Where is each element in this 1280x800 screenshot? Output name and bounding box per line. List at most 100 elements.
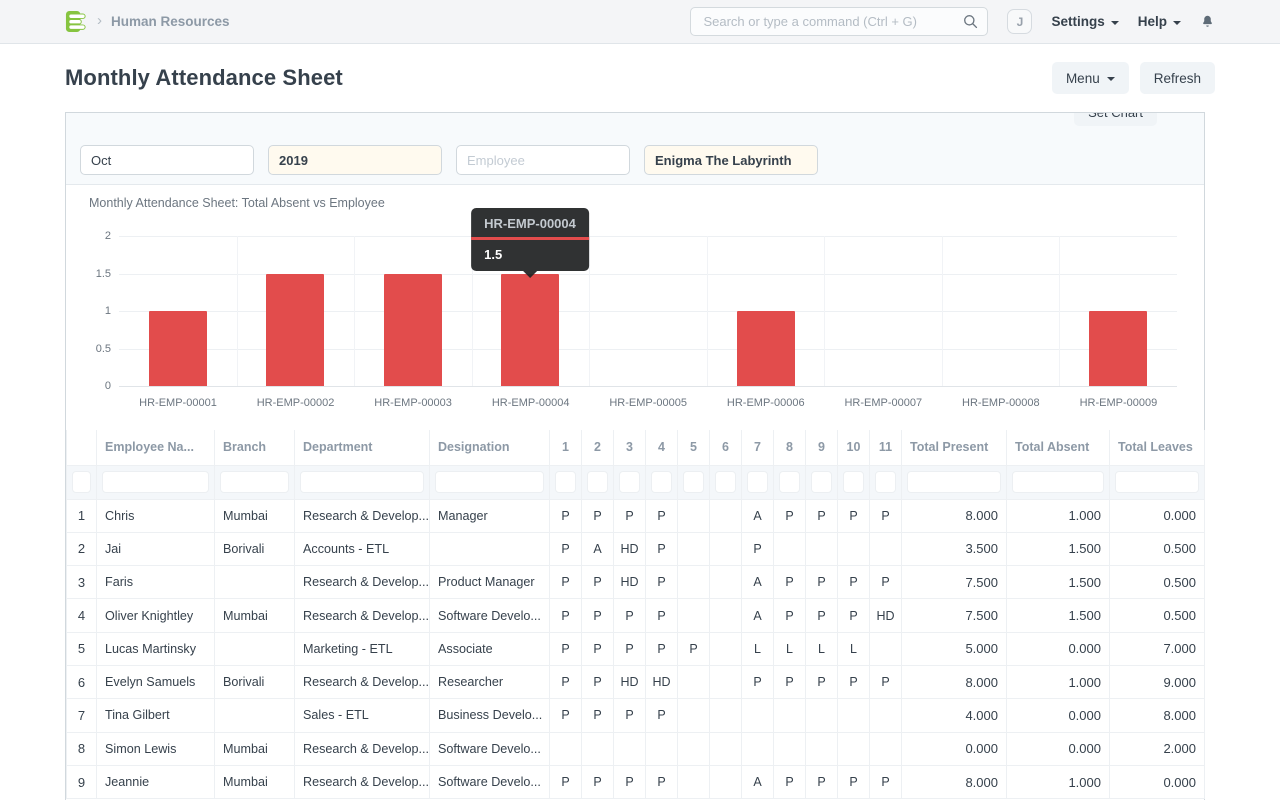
table-cell	[678, 732, 710, 765]
column-header[interactable]: Total Leaves	[1110, 430, 1205, 465]
table-row: 5Lucas MartinskyMarketing - ETLAssociate…	[67, 632, 1205, 665]
y-axis-tick-label: 0.5	[73, 343, 111, 355]
table-cell: P	[614, 599, 646, 632]
column-header[interactable]: 11	[870, 430, 902, 465]
column-filter-input[interactable]	[715, 471, 736, 493]
company-filter-input[interactable]	[644, 145, 818, 175]
table-cell	[678, 499, 710, 532]
notifications-bell-icon[interactable]	[1200, 14, 1215, 30]
table-cell: Borivali	[215, 532, 295, 565]
column-header[interactable]: Employee Na...	[97, 430, 215, 465]
column-filter-cell	[710, 465, 742, 499]
column-filter-cell	[295, 465, 430, 499]
column-header[interactable]: Total Present	[902, 430, 1007, 465]
chart-vertical-gridline	[824, 236, 825, 386]
employee-filter-input[interactable]	[456, 145, 630, 175]
table-cell: Marketing - ETL	[295, 632, 430, 665]
table-cell: P	[870, 499, 902, 532]
column-filter-input[interactable]	[683, 471, 704, 493]
year-filter-input[interactable]	[268, 145, 442, 175]
column-filter-cell	[870, 465, 902, 499]
column-header[interactable]: 2	[582, 430, 614, 465]
column-header[interactable]: Designation	[430, 430, 550, 465]
column-filter-input[interactable]	[875, 471, 896, 493]
column-header[interactable]: Branch	[215, 430, 295, 465]
column-header[interactable]: 5	[678, 430, 710, 465]
column-filter-input[interactable]	[555, 471, 576, 493]
table-cell: Research & Develop...	[295, 599, 430, 632]
column-filter-input[interactable]	[72, 471, 91, 493]
table-cell: P	[806, 566, 838, 599]
avatar[interactable]: J	[1007, 9, 1032, 34]
column-filter-input[interactable]	[747, 471, 768, 493]
column-filter-input[interactable]	[651, 471, 672, 493]
table-cell: 5.000	[902, 632, 1007, 665]
column-filter-input[interactable]	[300, 471, 424, 493]
help-menu[interactable]: Help	[1138, 14, 1181, 29]
table-cell: Faris	[97, 566, 215, 599]
column-filter-input[interactable]	[779, 471, 800, 493]
chart-bar[interactable]	[384, 274, 442, 387]
settings-menu[interactable]: Settings	[1051, 14, 1118, 29]
column-filter-input[interactable]	[1115, 471, 1199, 493]
bar-chart: HR-EMP-00004 1.5 21.510.50HR-EMP-00001HR…	[119, 236, 1177, 386]
column-filter-input[interactable]	[811, 471, 832, 493]
table-row: 9JeannieMumbaiResearch & Develop...Softw…	[67, 765, 1205, 798]
column-header[interactable]: 8	[774, 430, 806, 465]
table-cell: HD	[614, 566, 646, 599]
chart-bar[interactable]	[501, 274, 559, 387]
column-header[interactable]: 6	[710, 430, 742, 465]
global-search-input[interactable]	[690, 7, 988, 36]
table-cell	[870, 632, 902, 665]
column-header[interactable]: 4	[646, 430, 678, 465]
table-cell: Accounts - ETL	[295, 532, 430, 565]
table-cell: 1.000	[1007, 499, 1110, 532]
column-header[interactable]: 9	[806, 430, 838, 465]
table-cell: P	[646, 566, 678, 599]
column-header[interactable]: 10	[838, 430, 870, 465]
app-logo-icon[interactable]	[65, 10, 88, 33]
column-filter-input[interactable]	[843, 471, 864, 493]
column-header[interactable]: 1	[550, 430, 582, 465]
table-cell: L	[838, 632, 870, 665]
chart-bar[interactable]	[149, 311, 207, 386]
table-cell	[710, 665, 742, 698]
breadcrumb[interactable]: Human Resources	[111, 14, 230, 29]
refresh-button[interactable]: Refresh	[1140, 62, 1215, 94]
table-cell	[742, 699, 774, 732]
row-index-cell: 9	[67, 765, 97, 798]
menu-button[interactable]: Menu	[1052, 62, 1129, 94]
table-cell: P	[582, 765, 614, 798]
table-cell: 8.000	[902, 499, 1007, 532]
column-filter-input[interactable]	[435, 471, 544, 493]
column-filter-input[interactable]	[907, 471, 1001, 493]
x-axis-category-label: HR-EMP-00006	[707, 397, 825, 409]
table-cell: P	[646, 632, 678, 665]
chart-bar[interactable]	[266, 274, 324, 387]
column-header[interactable]: 3	[614, 430, 646, 465]
column-filter-input[interactable]	[220, 471, 289, 493]
table-cell: P	[838, 599, 870, 632]
chart-bar[interactable]	[737, 311, 795, 386]
column-header[interactable]: 7	[742, 430, 774, 465]
x-axis-category-label: HR-EMP-00001	[119, 397, 237, 409]
chart-bar[interactable]	[1089, 311, 1147, 386]
column-filter-input[interactable]	[1012, 471, 1104, 493]
x-axis-category-label: HR-EMP-00009	[1059, 397, 1177, 409]
column-filter-input[interactable]	[102, 471, 209, 493]
table-cell: P	[838, 665, 870, 698]
x-axis-category-label: HR-EMP-00004	[472, 397, 590, 409]
set-chart-button[interactable]: Set Chart	[1074, 113, 1157, 126]
y-axis-tick-label: 1.5	[73, 268, 111, 280]
table-cell: Research & Develop...	[295, 499, 430, 532]
column-header[interactable]: Total Absent	[1007, 430, 1110, 465]
table-cell: P	[870, 665, 902, 698]
table-cell: 1.500	[1007, 599, 1110, 632]
month-filter-input[interactable]	[80, 145, 254, 175]
column-header[interactable]	[67, 430, 97, 465]
table-cell	[710, 765, 742, 798]
column-filter-input[interactable]	[587, 471, 608, 493]
column-filter-cell	[1007, 465, 1110, 499]
column-filter-input[interactable]	[619, 471, 640, 493]
column-header[interactable]: Department	[295, 430, 430, 465]
